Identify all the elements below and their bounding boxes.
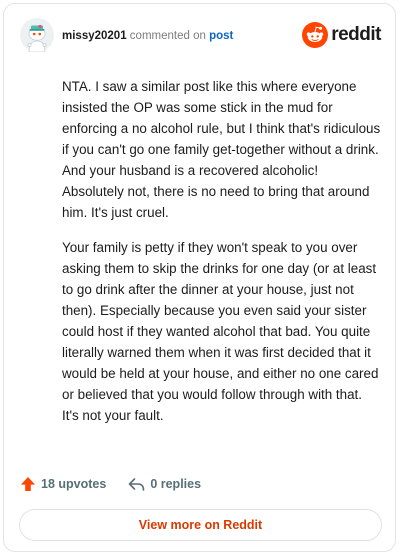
- upvote-button[interactable]: 18 upvotes: [20, 476, 106, 492]
- comment-header: missy20201 commented on post reddit: [4, 4, 395, 66]
- comment-actions: 18 upvotes 0 replies: [20, 474, 201, 494]
- reply-arrow-icon: [129, 478, 145, 491]
- comment-body: NTA. I saw a similar post like this wher…: [62, 76, 382, 440]
- reddit-logo-icon: [302, 22, 329, 48]
- view-more-on-reddit-button[interactable]: View more on Reddit: [19, 509, 382, 541]
- reply-count: 0 replies: [150, 477, 202, 491]
- comment-paragraph: Your family is petty if they won't speak…: [62, 240, 379, 423]
- replies-button[interactable]: 0 replies: [128, 477, 201, 491]
- post-link[interactable]: post: [209, 30, 233, 42]
- comment-card: missy20201 commented on post reddit NTA.…: [3, 3, 396, 552]
- comment-paragraph: NTA. I saw a similar post like this wher…: [62, 79, 381, 220]
- reddit-wordmark: reddit: [331, 24, 381, 45]
- upvote-count: 18 upvotes: [41, 477, 107, 491]
- reddit-logo[interactable]: reddit: [302, 22, 381, 48]
- comment-meta: missy20201 commented on post: [62, 28, 233, 44]
- author-username[interactable]: missy20201: [62, 30, 127, 42]
- upvote-arrow-icon: [21, 477, 35, 491]
- commented-on-text: commented on: [129, 30, 206, 42]
- snoo-avatar-icon[interactable]: [20, 18, 54, 52]
